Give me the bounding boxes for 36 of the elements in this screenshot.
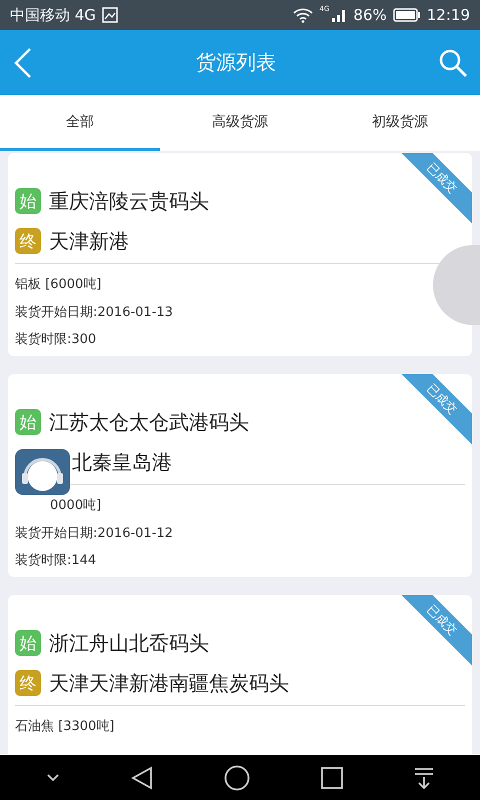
destination-tag: 终: [15, 670, 41, 696]
origin-tag: 始: [15, 409, 41, 435]
detail-text: 装货时限:144: [15, 552, 96, 568]
image-icon: [102, 7, 118, 23]
origin-port: 江苏太仓太仓武港码头: [49, 408, 249, 436]
customer-service-icon[interactable]: [15, 449, 70, 495]
battery-icon: [392, 8, 421, 22]
cargo-card[interactable]: 已成交 始 江苏太仓太仓武港码头 北秦皇岛港 0000吨] 装货开始日期:2016-01-12 装货时限:144: [8, 374, 472, 577]
wifi-icon: [292, 7, 314, 23]
detail-text: 装货开始日期:2016-01-12: [15, 524, 173, 542]
origin-tag: 始: [15, 188, 41, 214]
detail-text: 装货开始日期:2016-01-13: [15, 304, 173, 320]
home-icon[interactable]: [224, 764, 250, 790]
destination-tag: 终: [15, 228, 41, 254]
cargo-card[interactable]: 已成交 始 重庆涪陵云贵码头 终 天津新港 铝板 [6000吨] 装货开始日期:2016-01-13 装货时限:300: [8, 153, 472, 356]
detail-text: 装货时限:300: [15, 330, 96, 348]
destination-port: 北秦皇岛港: [72, 448, 172, 476]
clock-time: 12:19: [426, 6, 470, 24]
back-icon[interactable]: [130, 766, 153, 790]
cargo-info: 铝板 [6000吨]: [15, 276, 102, 293]
cargo-card[interactable]: 已成交 始 浙江舟山北岙码头 终 天津天津新港南疆焦炭码头 石油焦 [3300吨]: [8, 595, 472, 755]
origin-tag: 始: [15, 630, 41, 656]
chevron-down-icon[interactable]: [46, 772, 60, 782]
search-icon[interactable]: [438, 48, 468, 78]
battery-percent: 86%: [353, 6, 387, 24]
cargo-info: 石油焦 [3300吨]: [15, 718, 114, 735]
origin-port: 浙江舟山北岙码头: [49, 630, 209, 656]
destination-port: 天津天津新港南疆焦炭码头: [49, 670, 289, 696]
origin-port: 重庆涪陵云贵码头: [49, 188, 209, 214]
signal-icon: [331, 7, 348, 23]
pull-down-icon[interactable]: [414, 766, 434, 788]
destination-port: 天津新港: [49, 228, 129, 254]
carrier-name: 中国移动 4G: [10, 6, 96, 24]
cargo-info: 0000吨]: [50, 497, 102, 514]
page-title: 货源列表: [196, 49, 276, 76]
recent-apps-icon[interactable]: [321, 766, 344, 788]
